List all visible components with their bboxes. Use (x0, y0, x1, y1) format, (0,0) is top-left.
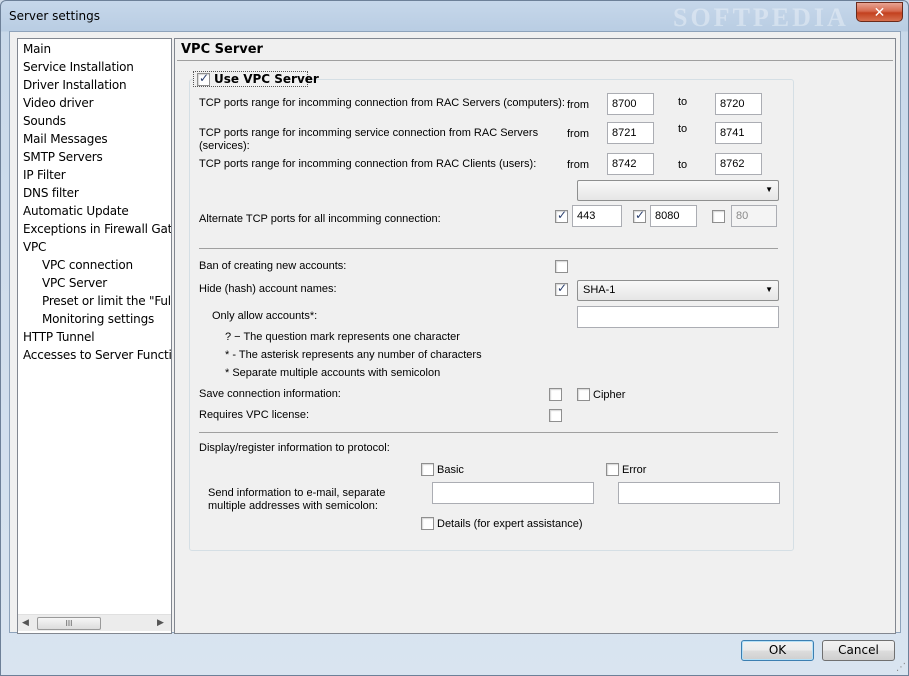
ok-button[interactable]: OK (741, 640, 814, 661)
basic-label: Basic (437, 464, 464, 476)
section-divider (199, 248, 778, 249)
port-to-computers-input[interactable]: 8720 (715, 93, 762, 115)
grip-icon: III (65, 619, 73, 628)
details-checkbox[interactable] (421, 517, 434, 530)
port-to-clients-input[interactable]: 8762 (715, 153, 762, 175)
alt-port-80-checkbox[interactable] (712, 210, 725, 223)
port-to-services-input[interactable]: 8741 (715, 122, 762, 144)
use-vpc-server-option[interactable]: Use VPC Server (193, 71, 319, 87)
hide-account-names-label: Hide (hash) account names: (199, 283, 337, 295)
scroll-left-icon[interactable]: ◀ (22, 617, 29, 628)
window-title: Server settings (9, 9, 101, 23)
email-basic-input[interactable] (432, 482, 594, 504)
port-from-clients-input[interactable]: 8742 (607, 153, 654, 175)
port-range-label-services: TCP ports range for incomming service co… (199, 127, 539, 152)
tree-item[interactable]: HTTP Tunnel (23, 330, 95, 344)
only-allow-accounts-label: Only allow accounts*: (212, 310, 318, 322)
tree-item[interactable]: SMTP Servers (23, 150, 103, 164)
tree-item[interactable]: Exceptions in Firewall Gate c (23, 222, 171, 236)
scroll-right-icon[interactable]: ▶ (157, 617, 164, 628)
tree-item[interactable]: Automatic Update (23, 204, 129, 218)
title-bar[interactable]: Server settings SOFTPEDIA ✕ (1, 1, 908, 32)
basic-checkbox[interactable] (421, 463, 434, 476)
resize-grip-icon[interactable]: ⋰ (896, 662, 906, 673)
vpc-server-panel: VPC Server Use VPC Server TCP ports rang… (174, 38, 896, 634)
email-label-line1: Send information to e-mail, separate (208, 487, 386, 499)
hash-algorithm-value: SHA-1 (583, 284, 616, 296)
tree-item[interactable]: Main (23, 42, 51, 56)
ban-new-accounts-label: Ban of creating new accounts: (199, 260, 347, 272)
from-label: from (567, 159, 589, 171)
save-connection-checkbox[interactable] (549, 388, 562, 401)
hint-question-mark: ? − The question mark represents one cha… (225, 331, 460, 343)
error-checkbox[interactable] (606, 463, 619, 476)
tree-item[interactable]: Video driver (23, 96, 94, 110)
tree-item[interactable]: DNS filter (23, 186, 79, 200)
port-from-services-input[interactable]: 8721 (607, 122, 654, 144)
to-label: to (678, 159, 688, 171)
port-range-label-computers: TCP ports range for incomming connection… (199, 97, 565, 109)
tree-items: Main Service Installation Driver Installat… (18, 39, 171, 611)
alt-port-80-input[interactable]: 80 (731, 205, 777, 227)
page-title: VPC Server (181, 42, 263, 57)
close-button[interactable]: ✕ (856, 2, 903, 22)
server-settings-window: Server settings SOFTPEDIA ✕ Main Service … (0, 0, 909, 676)
ip-address-dropdown[interactable]: ▼ (577, 180, 779, 201)
hint-asterisk: * - The asterisk represents any number o… (225, 349, 482, 361)
settings-tree[interactable]: Main Service Installation Driver Installat… (17, 38, 172, 634)
scroll-thumb[interactable]: III (37, 617, 101, 630)
hash-algorithm-dropdown[interactable]: SHA-1 ▼ (577, 280, 779, 301)
protocol-label: Display/register information to protocol… (199, 442, 390, 454)
requires-license-label: Requires VPC license: (199, 409, 310, 421)
to-label: to (678, 123, 688, 135)
alt-port-443-checkbox[interactable] (555, 208, 568, 223)
dialog-body: Main Service Installation Driver Installat… (9, 31, 901, 634)
use-vpc-server-label: Use VPC Server (214, 72, 319, 86)
save-connection-label: Save connection information: (199, 388, 341, 400)
use-vpc-server-checkbox[interactable] (197, 71, 210, 86)
tree-item[interactable]: VPC connection (42, 258, 133, 272)
alt-port-8080-input[interactable]: 8080 (650, 205, 697, 227)
tree-item[interactable]: Service Installation (23, 60, 134, 74)
ban-new-accounts-checkbox[interactable] (555, 260, 568, 273)
watermark: SOFTPEDIA (673, 3, 849, 32)
chevron-down-icon: ▼ (765, 185, 773, 194)
hint-semicolon: * Separate multiple accounts with semico… (225, 367, 441, 379)
cipher-checkbox[interactable] (577, 388, 590, 401)
error-label: Error (622, 464, 647, 476)
section-divider (199, 432, 778, 433)
tree-item[interactable]: VPC (23, 240, 46, 254)
tree-item[interactable]: IP Filter (23, 168, 66, 182)
tree-item[interactable]: Preset or limit the "Full C (42, 294, 171, 308)
tree-item-vpc-server[interactable]: VPC Server (42, 276, 107, 290)
tree-item[interactable]: Mail Messages (23, 132, 108, 146)
tree-item[interactable]: Monitoring settings (42, 312, 154, 326)
tree-item[interactable]: Sounds (23, 114, 66, 128)
hide-account-names-checkbox[interactable] (555, 281, 568, 296)
details-label: Details (for expert assistance) (437, 518, 583, 530)
tree-item[interactable]: Driver Installation (23, 78, 127, 92)
port-from-computers-input[interactable]: 8700 (607, 93, 654, 115)
close-icon: ✕ (873, 4, 886, 20)
requires-license-checkbox[interactable] (549, 409, 562, 422)
tree-horizontal-scrollbar[interactable]: ◀ III ▶ (18, 614, 171, 631)
only-allow-accounts-input[interactable] (577, 306, 779, 328)
email-label-line2: multiple addresses with semicolon: (208, 500, 378, 512)
cipher-label: Cipher (593, 389, 626, 401)
to-label: to (678, 96, 688, 108)
cancel-button[interactable]: Cancel (822, 640, 895, 661)
port-range-label-clients: TCP ports range for incomming connection… (199, 158, 537, 170)
alt-port-443-input[interactable]: 443 (572, 205, 622, 227)
from-label: from (567, 99, 589, 111)
tree-item[interactable]: Accesses to Server Function (23, 348, 171, 362)
title-divider (177, 60, 893, 61)
alt-port-8080-checkbox[interactable] (633, 208, 646, 223)
chevron-down-icon: ▼ (765, 285, 773, 294)
email-error-input[interactable] (618, 482, 780, 504)
from-label: from (567, 128, 589, 140)
alternate-ports-label: Alternate TCP ports for all incomming co… (199, 213, 441, 225)
